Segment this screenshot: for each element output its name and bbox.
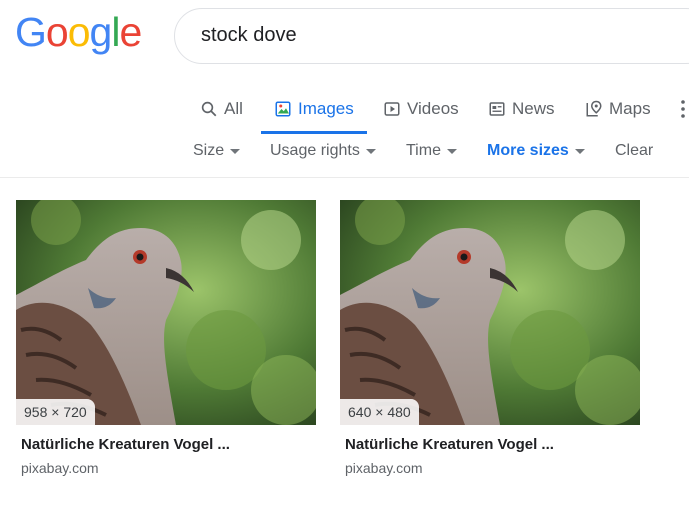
result-thumbnail[interactable]: 958 × 720 — [16, 200, 316, 425]
tool-label: Usage rights — [270, 142, 360, 159]
logo-letter: e — [119, 9, 142, 55]
dove-photo — [16, 200, 316, 425]
result-source: pixabay.com — [21, 460, 99, 476]
image-size-badge: 958 × 720 — [16, 399, 95, 425]
tool-label: Clear — [615, 142, 654, 159]
logo-letter: o — [45, 9, 69, 55]
tab-label: News — [512, 99, 555, 118]
search-box[interactable] — [174, 8, 689, 64]
tab-images[interactable]: Images — [261, 88, 367, 134]
play-icon — [384, 102, 400, 116]
tab-maps[interactable]: Maps — [585, 88, 651, 134]
chevron-down-icon — [446, 148, 457, 154]
tab-all[interactable]: All — [200, 88, 243, 134]
image-icon — [275, 101, 291, 117]
divider — [0, 177, 689, 178]
logo-letter: G — [15, 9, 47, 55]
google-logo[interactable]: Google — [15, 9, 142, 55]
result-title[interactable]: Natürliche Kreaturen Vogel ... — [21, 436, 316, 453]
search-input[interactable] — [199, 23, 683, 48]
tab-news[interactable]: News — [488, 88, 555, 134]
tab-label: Maps — [609, 99, 651, 118]
news-icon — [489, 102, 505, 116]
chevron-down-icon — [574, 148, 585, 154]
result-thumbnail[interactable]: 640 × 480 — [340, 200, 640, 425]
more-vert-icon[interactable] — [680, 100, 686, 118]
image-result[interactable]: 958 × 720 Natürliche Kreaturen Vogel ...… — [16, 200, 316, 476]
tool-size[interactable]: Size — [193, 142, 241, 160]
tool-time[interactable]: Time — [406, 142, 457, 160]
chevron-down-icon — [365, 148, 376, 154]
tool-label: More sizes — [487, 142, 569, 159]
dove-photo — [340, 200, 640, 425]
tool-more-sizes[interactable]: More sizes — [487, 142, 585, 160]
tab-label: All — [224, 99, 243, 118]
logo-letter: g — [89, 9, 113, 55]
tab-label: Images — [298, 99, 354, 118]
tool-clear[interactable]: Clear — [615, 142, 653, 160]
tab-label: Videos — [407, 99, 459, 118]
tool-usage-rights[interactable]: Usage rights — [270, 142, 376, 160]
tool-label: Time — [406, 142, 441, 159]
result-title[interactable]: Natürliche Kreaturen Vogel ... — [345, 436, 640, 453]
image-result[interactable]: 640 × 480 Natürliche Kreaturen Vogel ...… — [340, 200, 640, 476]
map-pin-icon — [586, 100, 602, 117]
image-size-badge: 640 × 480 — [340, 399, 419, 425]
search-tools-bar: Size Usage rights Time More sizes Clear — [0, 142, 689, 166]
tab-videos[interactable]: Videos — [383, 88, 459, 134]
logo-letter: o — [67, 9, 91, 55]
tool-label: Size — [193, 142, 225, 159]
search-icon — [201, 101, 217, 117]
result-source: pixabay.com — [345, 460, 423, 476]
search-tabs: All Images Videos News Maps — [0, 88, 689, 134]
chevron-down-icon — [230, 148, 241, 154]
